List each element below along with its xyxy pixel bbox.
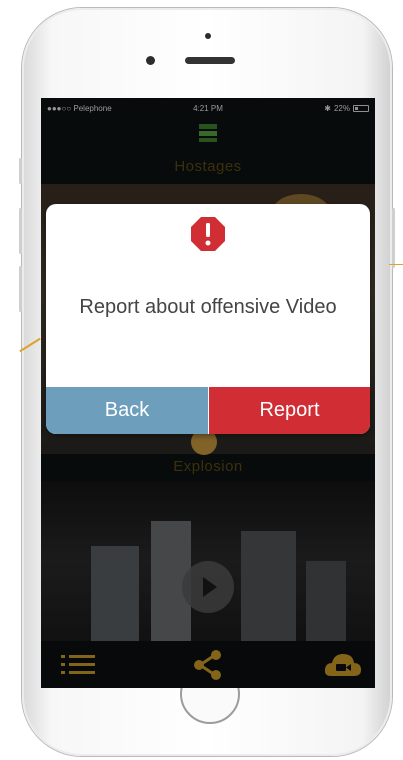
report-dialog: Report about offensive Video Back Report	[46, 204, 370, 434]
volume-down-button	[19, 266, 22, 312]
report-button[interactable]: Report	[209, 387, 370, 434]
app-screen: ●●●○○ Pelephone 4:21 PM ✱ 22% Hostages E…	[41, 98, 375, 688]
back-button[interactable]: Back	[46, 387, 208, 434]
earpiece	[185, 57, 235, 64]
dialog-message: Report about offensive Video	[79, 296, 337, 318]
power-button	[392, 208, 395, 268]
front-camera	[205, 33, 211, 39]
volume-up-button	[19, 208, 22, 254]
proximity-sensor	[146, 56, 155, 65]
mute-switch	[19, 158, 22, 184]
alert-octagon-icon	[191, 217, 225, 251]
annotation-line	[389, 264, 403, 265]
